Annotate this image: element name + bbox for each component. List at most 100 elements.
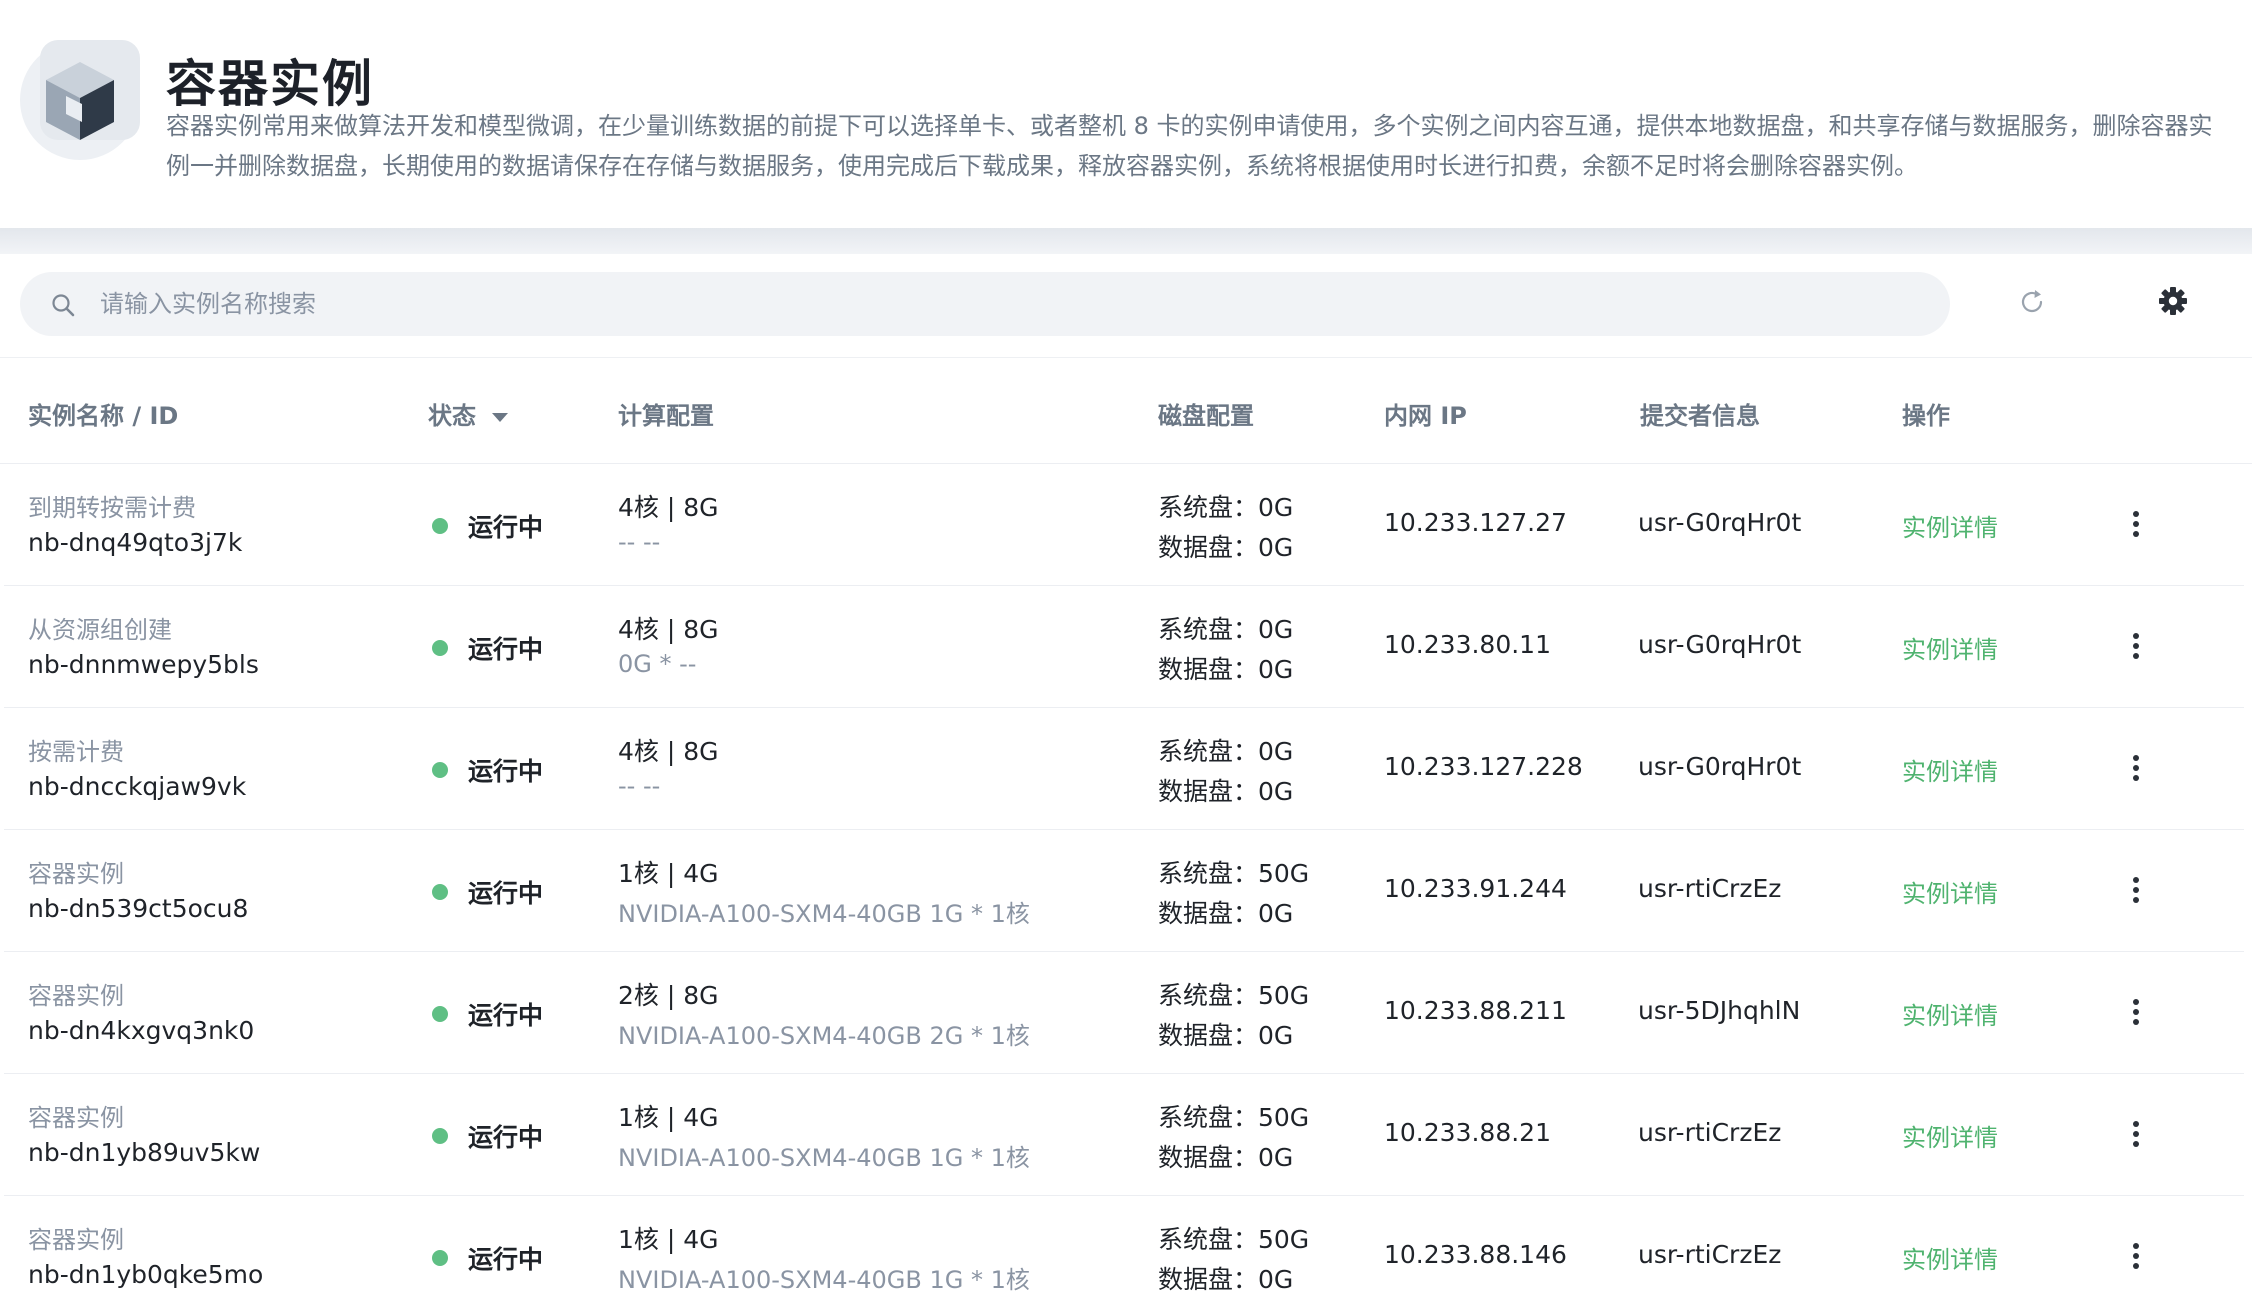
page-description: 容器实例常用来做算法开发和模型微调，在少量训练数据的前提下可以选择单卡、或者整机… <box>166 112 2213 180</box>
instance-name: 容器实例 <box>28 982 124 1010</box>
instance-id: nb-dn1yb89uv5kw <box>28 1138 261 1167</box>
status-badge: 运行中 <box>432 1118 543 1154</box>
table-header: 实例名称 / ID 状态 计算配置 磁盘配置 内网 IP 提交者信息 操作 <box>0 358 2252 464</box>
more-vertical-icon[interactable] <box>2124 1240 2148 1274</box>
system-disk: 系统盘：0G <box>1158 737 1294 766</box>
submitter-info: usr-5DJhqhlN <box>1638 996 1801 1025</box>
internal-ip: 10.233.88.21 <box>1384 1118 1551 1147</box>
gear-icon[interactable] <box>2156 284 2190 318</box>
status-label: 运行中 <box>468 1001 544 1030</box>
table-row: 容器实例 nb-dn1yb0qke5mo 运行中 1核 | 4G NVIDIA-… <box>4 1196 2244 1316</box>
instance-id: nb-dncckqjaw9vk <box>28 772 247 801</box>
submitter-info: usr-rtiCrzEz <box>1638 1118 1782 1147</box>
compute-gpu: NVIDIA-A100-SXM4-40GB 1G * 1核 <box>618 1144 1030 1172</box>
internal-ip: 10.233.80.11 <box>1384 630 1551 659</box>
refresh-icon[interactable] <box>2016 286 2048 318</box>
internal-ip: 10.233.88.211 <box>1384 996 1567 1025</box>
instance-name: 从资源组创建 <box>28 616 172 644</box>
submitter-info: usr-rtiCrzEz <box>1638 874 1782 903</box>
more-vertical-icon[interactable] <box>2124 874 2148 908</box>
status-dot <box>432 518 448 534</box>
instance-detail-link[interactable]: 实例详情 <box>1902 996 1998 1031</box>
instances-table: 实例名称 / ID 状态 计算配置 磁盘配置 内网 IP 提交者信息 操作 到期… <box>0 358 2252 1316</box>
compute-gpu: NVIDIA-A100-SXM4-40GB 2G * 1核 <box>618 1022 1030 1050</box>
compute-gpu: -- -- <box>618 528 661 556</box>
status-badge: 运行中 <box>432 508 543 544</box>
compute-cpu-memory: 1核 | 4G <box>618 859 719 888</box>
page-header: 容器实例 容器实例常用来做算法开发和模型微调，在少量训练数据的前提下可以选择单卡… <box>0 0 2252 228</box>
column-header-ip: 内网 IP <box>1384 402 1467 430</box>
instance-id: nb-dn4kxgvq3nk0 <box>28 1016 255 1045</box>
instance-detail-link[interactable]: 实例详情 <box>1902 874 1998 909</box>
table-row: 到期转按需计费 nb-dnq49qto3j7k 运行中 4核 | 8G -- -… <box>4 464 2244 586</box>
data-disk: 数据盘：0G <box>1158 1265 1294 1294</box>
status-dot <box>432 1006 448 1022</box>
instance-detail-link[interactable]: 实例详情 <box>1902 508 1998 543</box>
table-row: 从资源组创建 nb-dnnmwepy5bls 运行中 4核 | 8G 0G * … <box>4 586 2244 708</box>
internal-ip: 10.233.91.244 <box>1384 874 1567 903</box>
column-header-compute: 计算配置 <box>618 402 714 430</box>
more-vertical-icon[interactable] <box>2124 1118 2148 1152</box>
compute-gpu: 0G * -- <box>618 650 697 678</box>
data-disk: 数据盘：0G <box>1158 533 1294 562</box>
table-row: 容器实例 nb-dn4kxgvq3nk0 运行中 2核 | 8G NVIDIA-… <box>4 952 2244 1074</box>
column-header-disk: 磁盘配置 <box>1158 402 1254 430</box>
status-label: 运行中 <box>468 1245 544 1274</box>
search-box[interactable] <box>20 272 1950 336</box>
data-disk: 数据盘：0G <box>1158 777 1294 806</box>
status-label: 运行中 <box>468 513 544 542</box>
caret-down-icon[interactable] <box>492 412 508 422</box>
system-disk: 系统盘：50G <box>1158 981 1310 1010</box>
column-header-status-label: 状态 <box>428 402 476 430</box>
table-row: 容器实例 nb-dn1yb89uv5kw 运行中 1核 | 4G NVIDIA-… <box>4 1074 2244 1196</box>
table-row: 容器实例 nb-dn539ct5ocu8 运行中 1核 | 4G NVIDIA-… <box>4 830 2244 952</box>
submitter-info: usr-G0rqHr0t <box>1638 752 1802 781</box>
more-vertical-icon[interactable] <box>2124 996 2148 1030</box>
instance-name: 按需计费 <box>28 738 124 766</box>
status-badge: 运行中 <box>432 996 543 1032</box>
more-vertical-icon[interactable] <box>2124 508 2148 542</box>
compute-cpu-memory: 4核 | 8G <box>618 737 719 766</box>
data-disk: 数据盘：0G <box>1158 1021 1294 1050</box>
compute-gpu: NVIDIA-A100-SXM4-40GB 1G * 1核 <box>618 1266 1030 1294</box>
compute-gpu: -- -- <box>618 772 661 800</box>
status-label: 运行中 <box>468 879 544 908</box>
internal-ip: 10.233.127.27 <box>1384 508 1567 537</box>
status-badge: 运行中 <box>432 1240 543 1276</box>
instance-detail-link[interactable]: 实例详情 <box>1902 752 1998 787</box>
status-badge: 运行中 <box>432 752 543 788</box>
header-divider <box>0 228 2252 254</box>
more-vertical-icon[interactable] <box>2124 630 2148 664</box>
instance-detail-link[interactable]: 实例详情 <box>1902 1118 1998 1153</box>
search-input[interactable] <box>100 272 1920 336</box>
instance-name: 容器实例 <box>28 1104 124 1132</box>
system-disk: 系统盘：50G <box>1158 859 1310 888</box>
status-dot <box>432 640 448 656</box>
status-label: 运行中 <box>468 757 544 786</box>
compute-cpu-memory: 1核 | 4G <box>618 1103 719 1132</box>
status-badge: 运行中 <box>432 630 543 666</box>
compute-cpu-memory: 4核 | 8G <box>618 493 719 522</box>
data-disk: 数据盘：0G <box>1158 655 1294 684</box>
column-header-status[interactable]: 状态 <box>428 396 508 431</box>
instance-detail-link[interactable]: 实例详情 <box>1902 1240 1998 1275</box>
instance-id: nb-dnnmwepy5bls <box>28 650 259 679</box>
status-dot <box>432 1128 448 1144</box>
instance-id: nb-dnq49qto3j7k <box>28 528 243 557</box>
compute-gpu: NVIDIA-A100-SXM4-40GB 1G * 1核 <box>618 900 1030 928</box>
data-disk: 数据盘：0G <box>1158 899 1294 928</box>
container-instances-page: 容器实例 容器实例常用来做算法开发和模型微调，在少量训练数据的前提下可以选择单卡… <box>0 0 2252 1316</box>
data-disk: 数据盘：0G <box>1158 1143 1294 1172</box>
more-vertical-icon[interactable] <box>2124 752 2148 786</box>
system-disk: 系统盘：50G <box>1158 1225 1310 1254</box>
instance-detail-link[interactable]: 实例详情 <box>1902 630 1998 665</box>
submitter-info: usr-rtiCrzEz <box>1638 1240 1782 1269</box>
toolbar <box>0 254 2252 358</box>
system-disk: 系统盘：0G <box>1158 615 1294 644</box>
compute-cpu-memory: 4核 | 8G <box>618 615 719 644</box>
instance-id: nb-dn1yb0qke5mo <box>28 1260 264 1289</box>
instance-name: 到期转按需计费 <box>28 494 196 522</box>
status-label: 运行中 <box>468 635 544 664</box>
compute-cpu-memory: 2核 | 8G <box>618 981 719 1010</box>
system-disk: 系统盘：50G <box>1158 1103 1310 1132</box>
